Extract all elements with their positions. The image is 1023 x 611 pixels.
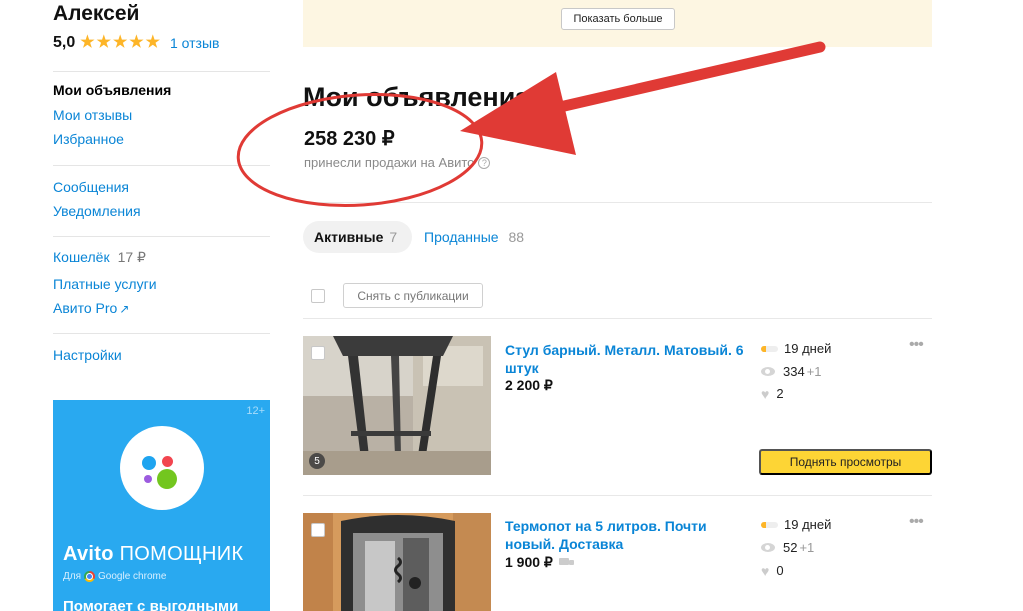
sales-caption: принесли продажи на Авито ? bbox=[304, 155, 491, 170]
help-icon[interactable]: ? bbox=[478, 156, 491, 169]
more-options-icon[interactable]: ••• bbox=[909, 336, 924, 354]
star-icon: ★ bbox=[80, 34, 95, 51]
heart-icon: ♥ bbox=[761, 385, 770, 402]
banner-browser-name: Google chrome bbox=[98, 571, 167, 582]
sales-caption-text: принесли продажи на Авито bbox=[304, 155, 475, 170]
sidebar-item-wallet[interactable]: Кошелёк 17 ₽ bbox=[53, 249, 146, 266]
heart-icon: ♥ bbox=[761, 562, 770, 579]
wallet-value: 17 ₽ bbox=[117, 249, 146, 265]
days-left: 19 дней bbox=[784, 517, 832, 532]
sidebar-item-my-ads[interactable]: Мои объявления bbox=[53, 82, 171, 98]
listing-checkbox[interactable] bbox=[311, 346, 325, 360]
views-count: 52 bbox=[783, 540, 798, 555]
avito-assistant-banner[interactable]: 12+ Avito ПОМОЩНИК Для Google chrome Пом… bbox=[53, 400, 270, 611]
photo-count: 5 bbox=[309, 453, 325, 469]
days-left: 19 дней bbox=[784, 341, 832, 356]
views-new: +1 bbox=[799, 540, 815, 555]
reviews-link[interactable]: 1 отзыв bbox=[170, 35, 220, 51]
views-new: +1 bbox=[806, 364, 822, 379]
tab-active-label: Активные bbox=[314, 229, 384, 245]
divider bbox=[53, 165, 270, 166]
age-rating: 12+ bbox=[246, 405, 265, 417]
listing-favorites: ♥ 2 bbox=[761, 386, 784, 401]
divider bbox=[53, 71, 270, 72]
listing-price: 1 900 ₽ bbox=[505, 554, 575, 571]
more-options-icon[interactable]: ••• bbox=[909, 513, 924, 531]
sidebar-item-avito-pro[interactable]: Авито Pro ↗ bbox=[53, 300, 129, 316]
banner-brand: Avito bbox=[63, 543, 114, 565]
banner-browser: Для Google chrome bbox=[63, 571, 166, 582]
sidebar-item-settings[interactable]: Настройки bbox=[53, 347, 122, 363]
favorites-count: 0 bbox=[776, 563, 784, 578]
delivery-truck-icon bbox=[558, 558, 575, 567]
sales-amount: 258 230 ₽ bbox=[304, 128, 395, 150]
listing-views: 334 +1 bbox=[761, 364, 822, 379]
listing-favorites: ♥ 0 bbox=[761, 563, 784, 578]
star-icon: ★ bbox=[96, 34, 111, 51]
tab-sold-count: 88 bbox=[508, 229, 525, 245]
listing-days: 19 дней bbox=[761, 341, 831, 356]
page-title: Мои объявления bbox=[303, 82, 532, 112]
star-icon: ★ bbox=[129, 34, 144, 51]
boost-views-button[interactable]: Поднять просмотры bbox=[759, 449, 932, 475]
listing-views: 52 +1 bbox=[761, 540, 814, 555]
divider bbox=[303, 202, 932, 203]
thermopot-photo bbox=[303, 513, 491, 611]
show-more-button[interactable]: Показать больше bbox=[561, 8, 675, 30]
bar-stool-photo bbox=[303, 336, 491, 475]
sidebar-item-favorites[interactable]: Избранное bbox=[53, 131, 124, 147]
banner-for: Для bbox=[63, 571, 82, 582]
unpublish-button[interactable]: Снять с публикации bbox=[343, 283, 483, 308]
divider bbox=[303, 495, 932, 496]
eye-icon bbox=[761, 366, 777, 377]
user-name: Алексей bbox=[53, 2, 140, 25]
sidebar-item-messages[interactable]: Сообщения bbox=[53, 179, 129, 195]
days-left-bar bbox=[761, 345, 778, 352]
rating-stars: ★ ★ ★ ★ ★ bbox=[80, 35, 160, 51]
banner-tagline: Помогает с выгодными bbox=[63, 598, 239, 611]
tab-sold[interactable]: Проданные 88 bbox=[424, 229, 524, 245]
listing-photo[interactable]: 5 bbox=[303, 336, 491, 475]
divider bbox=[53, 333, 270, 334]
divider bbox=[53, 236, 270, 237]
banner-product: ПОМОЩНИК bbox=[119, 543, 244, 565]
tab-active[interactable]: Активные 7 bbox=[303, 221, 412, 253]
external-link-icon: ↗ bbox=[119, 302, 130, 316]
listing-title[interactable]: Стул барный. Металл. Матовый. 6 штук bbox=[505, 341, 745, 377]
views-count: 334 bbox=[783, 364, 805, 379]
days-left-bar bbox=[761, 521, 778, 528]
select-all-checkbox[interactable] bbox=[311, 289, 325, 303]
wallet-label: Кошелёк bbox=[53, 249, 110, 265]
show-more-panel: Показать больше bbox=[303, 0, 932, 47]
rating-row: 5,0 ★ ★ ★ ★ ★ 1 отзыв bbox=[53, 34, 219, 52]
tab-active-count: 7 bbox=[389, 229, 398, 245]
eye-icon bbox=[761, 542, 777, 553]
listing-price: 2 200 ₽ bbox=[505, 377, 553, 393]
listing-days: 19 дней bbox=[761, 517, 831, 532]
tab-sold-label: Проданные bbox=[424, 229, 499, 245]
banner-title: Avito ПОМОЩНИК bbox=[63, 543, 243, 566]
sidebar-item-paid-services[interactable]: Платные услуги bbox=[53, 276, 157, 292]
assistant-logo-icon bbox=[120, 426, 204, 510]
listing-photo[interactable] bbox=[303, 513, 491, 611]
chrome-icon bbox=[84, 571, 96, 582]
sidebar-item-my-reviews[interactable]: Мои отзывы bbox=[53, 107, 132, 123]
divider bbox=[303, 318, 932, 319]
rating-value: 5,0 bbox=[53, 34, 76, 51]
star-icon: ★ bbox=[112, 34, 128, 51]
listing-title[interactable]: Термопот на 5 литров. Почти новый. Доста… bbox=[505, 517, 745, 553]
sidebar-item-notifications[interactable]: Уведомления bbox=[53, 203, 141, 219]
star-icon: ★ bbox=[145, 34, 160, 51]
listing-checkbox[interactable] bbox=[311, 523, 325, 537]
favorites-count: 2 bbox=[776, 386, 784, 401]
listing-price-value: 1 900 ₽ bbox=[505, 554, 553, 570]
avito-pro-label: Авито Pro bbox=[53, 300, 118, 316]
